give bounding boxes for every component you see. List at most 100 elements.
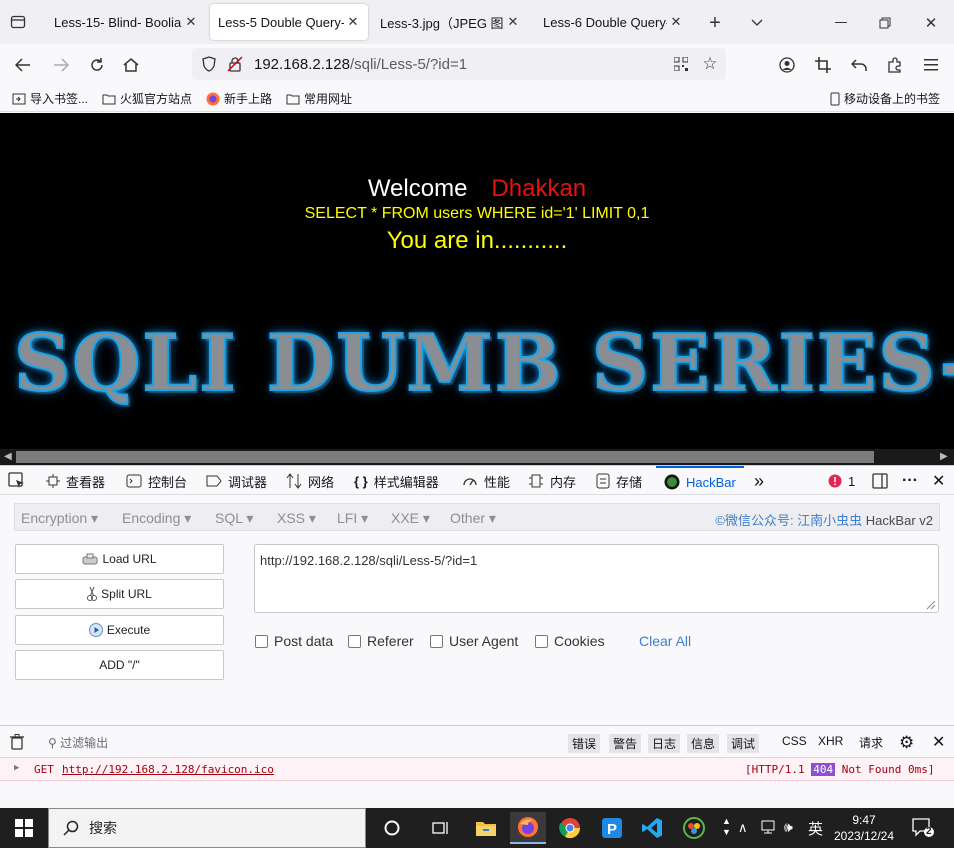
tab-hackbar[interactable]: HackBar xyxy=(656,466,744,496)
checkbox-box[interactable] xyxy=(535,634,548,648)
tab-memory[interactable]: 内存 xyxy=(528,466,576,496)
home-icon[interactable] xyxy=(120,54,142,76)
checkbox-box[interactable] xyxy=(348,634,361,648)
devtools-close-icon[interactable]: ✕ xyxy=(932,466,945,496)
qr-code-icon[interactable] xyxy=(672,55,690,73)
volume-icon[interactable]: 🕪 xyxy=(784,819,793,836)
menu-encryption[interactable]: Encryption ▾ xyxy=(21,510,98,527)
cortana-icon[interactable] xyxy=(374,812,410,844)
scroll-right-icon[interactable]: ▶ xyxy=(940,451,948,462)
tab-inspector[interactable]: 查看器 xyxy=(46,466,105,496)
undo-icon[interactable] xyxy=(848,54,870,76)
menu-xss[interactable]: XSS ▾ xyxy=(277,510,316,527)
filter-errors[interactable]: 错误 xyxy=(568,734,601,753)
checkbox-box[interactable] xyxy=(430,634,443,648)
menu-xxe[interactable]: XXE ▾ xyxy=(391,510,430,527)
request-url[interactable]: http://192.168.2.128/favicon.ico xyxy=(62,763,274,776)
menu-encoding[interactable]: Encoding ▾ xyxy=(122,510,191,527)
filter-xhr[interactable]: XHR xyxy=(818,734,843,748)
network-status-icon[interactable] xyxy=(760,819,778,838)
bookmark-getting-started[interactable]: 新手上路 xyxy=(206,90,272,107)
bookmark-import[interactable]: 导入书签... xyxy=(12,90,88,107)
bookmark-mobile[interactable]: 移动设备上的书签 xyxy=(830,90,940,107)
menu-other[interactable]: Other ▾ xyxy=(450,510,496,527)
restore-icon[interactable] xyxy=(874,12,896,34)
chevron-down-icon[interactable] xyxy=(746,12,768,34)
tab-less-15[interactable]: Less-15- Blind- Boolia ✕ xyxy=(46,4,206,40)
tab-less-5[interactable]: Less-5 Double Query- ✕ xyxy=(210,4,368,40)
firefox-taskbar-icon[interactable] xyxy=(510,812,546,844)
reload-icon[interactable] xyxy=(86,54,108,76)
tab-style-editor[interactable]: { } 样式编辑器 xyxy=(354,466,439,496)
bookmark-firefox-official[interactable]: 火狐官方站点 xyxy=(102,90,192,107)
extensions-icon[interactable] xyxy=(884,54,906,76)
account-icon[interactable] xyxy=(776,54,798,76)
crop-screenshot-icon[interactable] xyxy=(812,54,834,76)
resize-handle-icon[interactable] xyxy=(926,600,936,610)
show-hidden-icons-chevron-icon[interactable]: ∧ xyxy=(738,820,748,836)
menu-lfi[interactable]: LFI ▾ xyxy=(337,510,368,527)
execute-button[interactable]: Execute xyxy=(15,615,224,645)
notification-center-icon[interactable]: 2 xyxy=(912,818,934,841)
checkbox-box[interactable] xyxy=(255,634,268,648)
back-icon[interactable] xyxy=(12,54,34,76)
close-icon[interactable]: ✕ xyxy=(669,14,683,30)
horizontal-scrollbar[interactable]: ◀ ▶ xyxy=(0,449,954,465)
filter-css[interactable]: CSS xyxy=(782,734,807,748)
filter-info[interactable]: 信息 xyxy=(687,734,720,753)
element-picker-icon[interactable] xyxy=(8,466,26,496)
filter-logs[interactable]: 日志 xyxy=(648,734,681,753)
split-url-button[interactable]: Split URL xyxy=(15,579,224,609)
trash-icon[interactable] xyxy=(10,734,24,753)
taskbar-clock[interactable]: 9:47 2023/12/24 xyxy=(826,812,902,844)
expand-triangle-icon[interactable]: ▶ xyxy=(14,763,19,773)
tab-less-3-jpg[interactable]: Less-3.jpg（JPEG 图像 ✕ xyxy=(372,4,528,40)
clear-all-link[interactable]: Clear All xyxy=(639,633,691,649)
insecure-lock-icon[interactable] xyxy=(226,55,244,73)
cookies-checkbox[interactable]: Cookies xyxy=(535,633,605,649)
close-icon[interactable]: ✕ xyxy=(184,14,198,30)
menu-icon[interactable] xyxy=(920,54,942,76)
taskbar-overflow-icon[interactable]: ▲ ▼ xyxy=(722,816,731,838)
pycharm-icon[interactable]: P xyxy=(594,812,630,844)
url-textarea[interactable]: http://192.168.2.128/sqli/Less-5/?id=1 xyxy=(254,544,939,613)
tab-debugger[interactable]: 调试器 xyxy=(206,466,267,496)
window-close-icon[interactable]: ✕ xyxy=(920,12,942,34)
scrollbar-thumb[interactable] xyxy=(16,451,874,463)
close-icon[interactable]: ✕ xyxy=(346,14,360,30)
more-tabs-icon[interactable]: » xyxy=(754,466,764,496)
tab-storage[interactable]: 存储 xyxy=(596,466,642,496)
task-view-icon[interactable] xyxy=(422,812,458,844)
bookmark-common-sites[interactable]: 常用网址 xyxy=(286,90,352,107)
url-bar[interactable]: 192.168.2.128/sqli/Less-5/?id=1 ☆ xyxy=(192,48,726,80)
user-agent-checkbox[interactable]: User Agent xyxy=(430,633,518,649)
more-options-icon[interactable]: ··· xyxy=(902,466,918,496)
chrome-icon[interactable] xyxy=(552,812,588,844)
console-close-icon[interactable]: ✕ xyxy=(932,732,945,752)
bookmark-star-icon[interactable]: ☆ xyxy=(700,54,720,74)
scroll-left-icon[interactable]: ◀ xyxy=(4,451,12,462)
tab-overview-icon[interactable] xyxy=(8,12,28,32)
menu-sql[interactable]: SQL ▾ xyxy=(215,510,253,527)
tab-less-6[interactable]: Less-6 Double Query- ✕ xyxy=(535,4,691,40)
tab-console[interactable]: 控制台 xyxy=(126,466,187,496)
add-slash-button[interactable]: ADD "/" xyxy=(15,650,224,680)
filter-output-input[interactable]: ⚲ 过滤输出 xyxy=(48,734,108,751)
filter-warnings[interactable]: 警告 xyxy=(609,734,642,753)
tab-performance[interactable]: 性能 xyxy=(462,466,510,496)
minimize-icon[interactable] xyxy=(830,12,852,34)
windows-start-icon[interactable] xyxy=(6,812,42,844)
taskbar-search-box[interactable]: 搜索 xyxy=(48,808,366,848)
tracking-protection-icon[interactable] xyxy=(200,55,218,73)
filter-requests[interactable]: 请求 xyxy=(859,734,883,751)
ime-indicator[interactable]: 英 xyxy=(808,818,823,839)
post-data-checkbox[interactable]: Post data xyxy=(255,633,333,649)
vscode-icon[interactable] xyxy=(634,812,670,844)
console-settings-gear-icon[interactable]: ⚙ xyxy=(899,733,914,753)
forward-icon[interactable] xyxy=(50,54,72,76)
navicat-icon[interactable] xyxy=(676,812,712,844)
load-url-button[interactable]: Load URL xyxy=(15,544,224,574)
referer-checkbox[interactable]: Referer xyxy=(348,633,414,649)
console-message-row[interactable]: ▶ GET http://192.168.2.128/favicon.ico [… xyxy=(0,757,954,781)
close-icon[interactable]: ✕ xyxy=(506,14,520,30)
